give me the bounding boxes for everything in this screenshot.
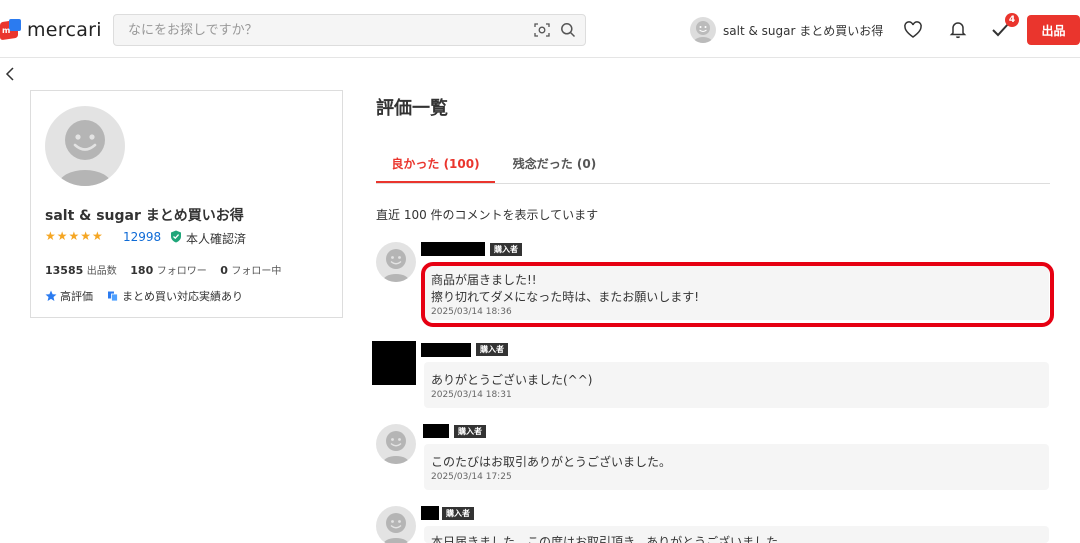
buyer-tag: 購入者 bbox=[476, 343, 508, 356]
showing-count-text: 直近 100 件のコメントを表示しています bbox=[376, 208, 599, 222]
tag-high-rating: 高評価 bbox=[60, 290, 93, 303]
search-icon[interactable] bbox=[560, 22, 576, 38]
back-chevron-icon[interactable] bbox=[4, 66, 18, 82]
review-bubble: ありがとうございました(^^) 2025/03/14 18:31 bbox=[424, 362, 1049, 408]
verified-shield-icon bbox=[171, 230, 181, 243]
user-avatar[interactable] bbox=[690, 17, 716, 43]
bell-icon[interactable] bbox=[948, 19, 968, 39]
avatar-face-icon bbox=[383, 513, 409, 543]
redacted-name bbox=[423, 424, 449, 438]
profile-name: salt & sugar まとめ買いお得 bbox=[45, 208, 244, 224]
review-item: 購入者 このたびはお取引ありがとうございました。 2025/03/14 17:2… bbox=[376, 423, 1050, 493]
avatar-face-icon bbox=[383, 249, 409, 282]
review-text: 本日届きました。この度はお取引頂き、ありがとうございました bbox=[431, 535, 779, 543]
bulk-purchase-icon bbox=[108, 291, 118, 302]
avatar-face-icon bbox=[694, 21, 712, 43]
highlight-annotation bbox=[421, 262, 1054, 327]
review-text: このたびはお取引ありがとうございました。 bbox=[431, 455, 672, 469]
logo-text: mercari bbox=[27, 19, 102, 41]
verified-label: 本人確認済 bbox=[186, 232, 247, 246]
review-bubble: 本日届きました。この度はお取引頂き、ありがとうございました bbox=[424, 526, 1049, 543]
profile-stats: 13585 出品数 180 フォロワー 0 フォロー中 bbox=[45, 262, 291, 277]
buyer-tag: 購入者 bbox=[442, 507, 474, 520]
review-tabs: 良かった (100) 残念だった (0) bbox=[376, 148, 1050, 184]
rating-count-link[interactable]: 12998 bbox=[123, 230, 161, 244]
tab-bad[interactable]: 残念だった (0) bbox=[495, 148, 614, 183]
review-date: 2025/03/14 18:31 bbox=[431, 390, 512, 400]
buyer-tag: 購入者 bbox=[454, 425, 486, 438]
rating-stars: ★★★★★ bbox=[45, 229, 104, 243]
mercari-logo[interactable]: m mercari bbox=[0, 16, 102, 44]
listings-label: 出品数 bbox=[86, 266, 117, 277]
mercari-logo-icon: m bbox=[0, 19, 22, 41]
heart-icon[interactable] bbox=[903, 20, 923, 40]
review-bubble: このたびはお取引ありがとうございました。 2025/03/14 17:25 bbox=[424, 444, 1049, 490]
image-search-icon[interactable] bbox=[534, 22, 550, 38]
review-item: 購入者 ありがとうございました(^^) 2025/03/14 18:31 bbox=[372, 341, 1050, 411]
search-box bbox=[113, 14, 586, 46]
reviewer-avatar[interactable] bbox=[376, 424, 416, 464]
header: m mercari salt & sugar まとめ買いお得 4 出品 bbox=[0, 0, 1080, 58]
followers-count[interactable]: 180 bbox=[130, 264, 153, 277]
avatar-face-icon bbox=[59, 120, 111, 186]
tab-good[interactable]: 良かった (100) bbox=[376, 148, 495, 183]
followers-label[interactable]: フォロワー bbox=[157, 266, 207, 277]
buyer-tag: 購入者 bbox=[490, 243, 522, 256]
profile-avatar bbox=[45, 106, 125, 186]
avatar-face-icon bbox=[383, 431, 409, 464]
profile-tags: 高評価 まとめ買い対応実績あり bbox=[45, 288, 243, 304]
header-user-name[interactable]: salt & sugar まとめ買いお得 bbox=[723, 22, 883, 39]
listings-count: 13585 bbox=[45, 264, 84, 277]
sell-button[interactable]: 出品 bbox=[1027, 15, 1080, 45]
following-label[interactable]: フォロー中 bbox=[231, 266, 281, 277]
profile-card: salt & sugar まとめ買いお得 ★★★★★ 12998 本人確認済 1… bbox=[30, 90, 343, 318]
star-badge-icon bbox=[45, 290, 57, 301]
review-date: 2025/03/14 17:25 bbox=[431, 472, 512, 482]
notification-badge: 4 bbox=[1005, 13, 1019, 27]
page-title: 評価一覧 bbox=[376, 98, 448, 119]
redacted-name bbox=[421, 343, 471, 357]
search-input[interactable] bbox=[114, 15, 514, 45]
reviewer-avatar[interactable] bbox=[376, 242, 416, 282]
tag-bulk-purchase: まとめ買い対応実績あり bbox=[122, 290, 243, 303]
review-item: 購入者 本日届きました。この度はお取引頂き、ありがとうございました bbox=[376, 505, 1050, 543]
following-count[interactable]: 0 bbox=[220, 264, 228, 277]
reviewer-avatar[interactable] bbox=[376, 506, 416, 543]
reviewer-avatar[interactable] bbox=[372, 341, 416, 385]
redacted-name bbox=[421, 506, 439, 520]
redacted-name bbox=[421, 242, 485, 256]
review-text: ありがとうございました(^^) bbox=[431, 373, 593, 387]
